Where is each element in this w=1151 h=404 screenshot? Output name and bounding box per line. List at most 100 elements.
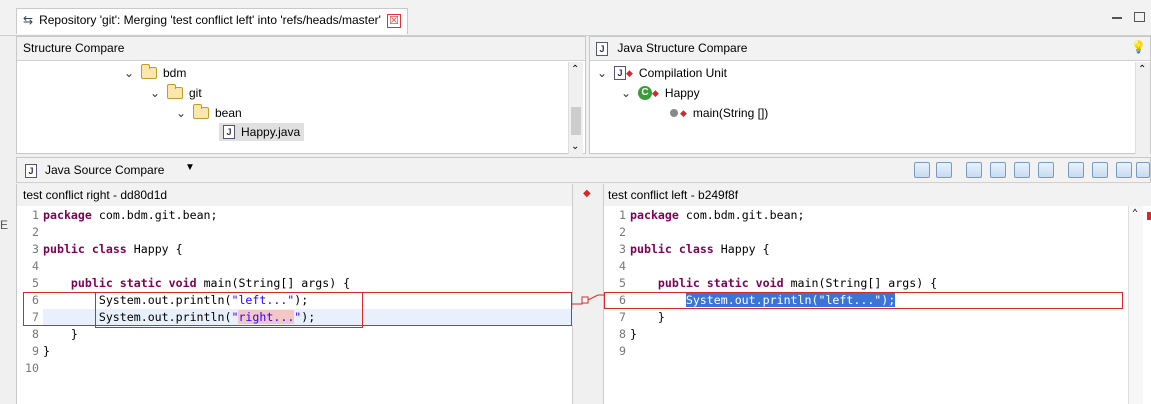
tree-item-label: main(String []) [692, 106, 769, 120]
tree-item-label: git [189, 86, 202, 100]
folder-icon [193, 104, 209, 119]
line-number: 9 [32, 344, 39, 358]
right-pane-header: test conflict left - b249f8f [604, 184, 1151, 206]
line-number: 5 [619, 276, 626, 290]
left-code-editor[interactable]: 1 2 3 4 5 6 7 8 9 10 package com.bdm.git… [16, 206, 573, 404]
source-compare-title: Java Source Compare [45, 163, 165, 177]
code-line: } [630, 310, 665, 324]
close-icon[interactable]: ☒ [386, 14, 401, 28]
tree-item-label: bean [215, 106, 242, 120]
right-pane-title: test conflict left - b249f8f [608, 188, 739, 202]
tree-item-main[interactable]: ◆ main(String []) [670, 104, 768, 122]
chevron-down-icon[interactable]: ⌄ [596, 66, 608, 80]
conflict-block [604, 292, 1123, 309]
right-code-editor[interactable]: 1 2 3 4 5 6 7 8 9 package com.bdm.git.be… [604, 206, 1151, 404]
editor-tab[interactable]: ⇆ Repository 'git': Merging 'test confli… [16, 8, 408, 34]
chevron-down-icon[interactable]: ⌄ [620, 86, 632, 100]
lightbulb-icon[interactable]: 💡 [1131, 40, 1146, 54]
code-line: package com.bdm.git.bean; [43, 208, 218, 222]
tree-item-bdm[interactable]: ⌄ bdm [123, 64, 186, 82]
line-number: 2 [619, 225, 626, 239]
line-number: 2 [32, 225, 39, 239]
code-line: } [43, 344, 50, 358]
java-structure-header: J Java Structure Compare 💡 [590, 37, 1150, 61]
java-file-icon: J [25, 164, 37, 178]
tree-item-happy[interactable]: ⌄ C ◆ Happy [620, 84, 700, 102]
folder-icon [167, 84, 183, 99]
swap-icon[interactable] [936, 162, 952, 178]
line-number: 5 [32, 276, 39, 290]
conflict-icon: ◆ [652, 87, 659, 98]
minimize-icon[interactable] [1112, 12, 1124, 24]
conflict-inner-block [95, 292, 363, 328]
tree-item-bean[interactable]: ⌄ bean [175, 104, 242, 122]
scroll-up-icon[interactable]: ⌃ [1138, 64, 1146, 75]
conflict-icon: ◆ [626, 67, 633, 78]
line-number: 4 [32, 259, 39, 273]
method-icon [670, 109, 678, 117]
chevron-down-icon[interactable]: ⌄ [149, 86, 161, 100]
right-scrollbar[interactable]: ⌃ [1128, 206, 1151, 404]
scroll-up-icon[interactable]: ⌃ [571, 64, 579, 75]
line-number: 3 [619, 242, 626, 256]
next-change-icon[interactable] [1116, 162, 1132, 178]
layout-icon[interactable] [914, 162, 930, 178]
class-icon: C [638, 86, 652, 100]
line-number: 1 [619, 208, 626, 222]
code-line: package com.bdm.git.bean; [630, 208, 805, 222]
line-number: 7 [619, 310, 626, 324]
conflict-icon: ◆ [583, 188, 591, 199]
structure-compare-pane: Structure Compare ⌄ bdm ⌄ git ⌄ bean J H… [16, 36, 586, 154]
editor-tab-bar: ⇆ Repository 'git': Merging 'test confli… [0, 0, 1151, 36]
code-line: public static void main(String[] args) { [70, 276, 351, 290]
line-number: 8 [32, 327, 39, 341]
tree-item-label: bdm [163, 66, 187, 80]
java-file-icon: J [614, 66, 626, 80]
line-number: 4 [619, 259, 626, 273]
left-pane-title: test conflict right - dd80d1d [23, 188, 168, 202]
copy-left-icon[interactable] [966, 162, 982, 178]
code-line: public class Happy { [630, 242, 770, 256]
structure-compare-title: Structure Compare [23, 41, 125, 55]
folder-icon [141, 64, 157, 79]
compare-icon: ⇆ [23, 13, 34, 27]
java-structure-title: Java Structure Compare [617, 41, 748, 55]
code-line: public class Happy { [43, 242, 183, 256]
scroll-down-icon[interactable]: ⌄ [571, 141, 579, 152]
java-structure-scrollbar[interactable]: ⌃ [1135, 62, 1150, 154]
tree-item-happy-java[interactable]: J Happy.java [219, 123, 305, 141]
chevron-down-icon[interactable]: ⌄ [123, 66, 135, 80]
scroll-up-icon[interactable]: ⌃ [1132, 208, 1138, 219]
editor-tab-title: Repository 'git': Merging 'test conflict… [39, 13, 381, 27]
structure-compare-header: Structure Compare [17, 37, 585, 61]
overview-ruler-marker [1147, 212, 1151, 220]
previous-change-icon[interactable] [1136, 162, 1150, 178]
copy-current-icon[interactable] [1038, 162, 1054, 178]
tree-item-label: Happy [664, 86, 700, 100]
copy-right-icon[interactable] [990, 162, 1006, 178]
scroll-thumb[interactable] [571, 107, 581, 135]
line-number: 10 [25, 361, 39, 375]
java-file-icon: J [596, 41, 608, 56]
diff-connector [572, 294, 604, 305]
side-marker-icon: E [0, 218, 9, 232]
tree-item-git[interactable]: ⌄ git [149, 84, 202, 102]
side-strip: E [0, 36, 16, 404]
code-line: public static void main(String[] args) { [657, 276, 938, 290]
conflict-icon: ◆ [680, 107, 687, 118]
java-structure-pane: J Java Structure Compare 💡 ⌄ J ◆ Compila… [589, 36, 1151, 154]
line-number: 8 [619, 327, 626, 341]
copy-all-icon[interactable] [1014, 162, 1030, 178]
maximize-icon[interactable] [1134, 12, 1145, 22]
chevron-down-icon[interactable]: ⌄ [175, 106, 187, 120]
dropdown-icon[interactable]: ▼ [185, 162, 195, 173]
structure-scrollbar[interactable]: ⌃ ⌄ [568, 62, 583, 154]
code-line: } [630, 327, 637, 341]
left-pane-header: test conflict right - dd80d1d [16, 184, 572, 206]
next-difference-icon[interactable] [1068, 162, 1084, 178]
line-number: 9 [619, 344, 626, 358]
java-file-icon: J [223, 125, 235, 139]
code-line: } [43, 327, 78, 341]
previous-difference-icon[interactable] [1092, 162, 1108, 178]
tree-item-compilation-unit[interactable]: ⌄ J ◆ Compilation Unit [596, 64, 727, 82]
